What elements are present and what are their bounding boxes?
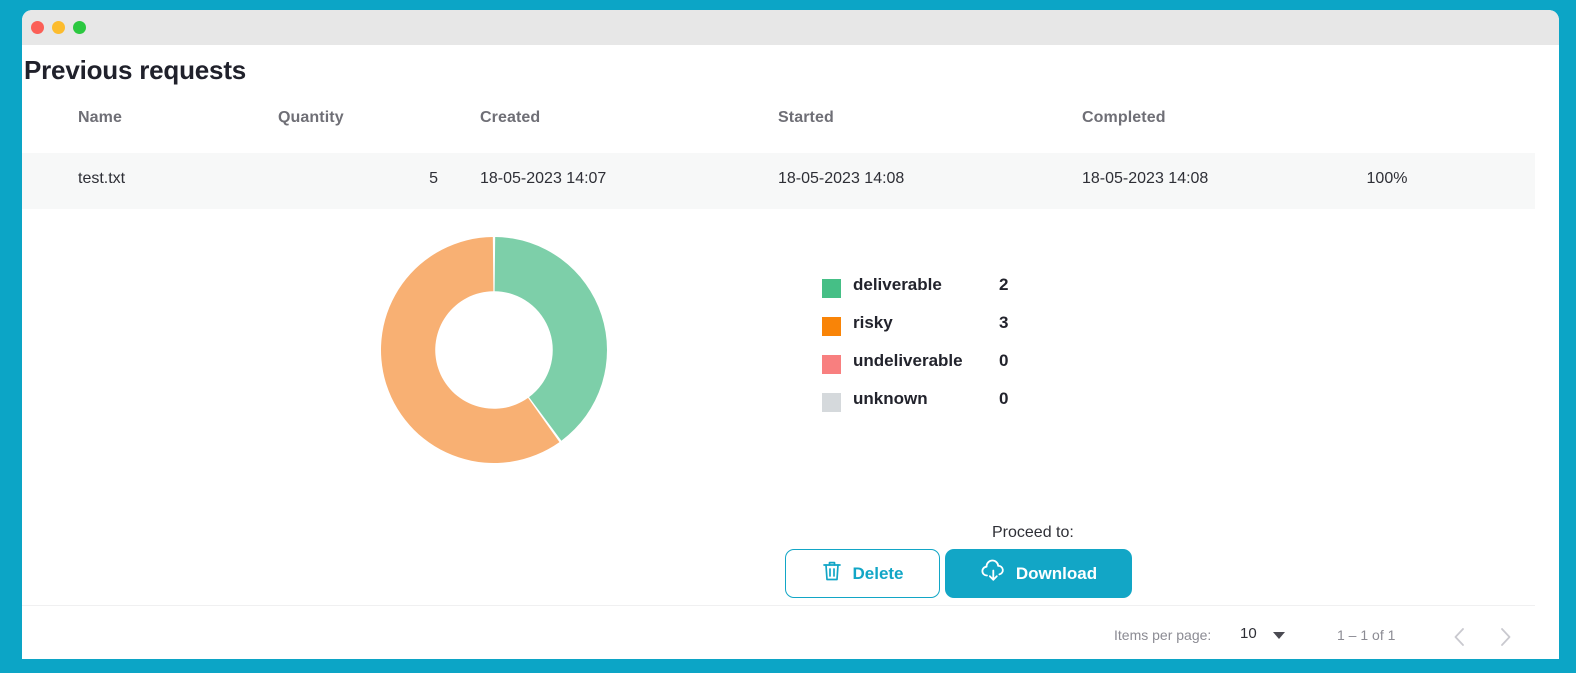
legend-value-undeliverable: 0 (999, 351, 1008, 371)
maximize-window-button[interactable] (73, 21, 86, 34)
download-button[interactable]: Download (945, 549, 1132, 598)
legend-label-risky: risky (853, 313, 893, 333)
legend-item-unknown: unknown 0 (822, 386, 1122, 424)
proceed-to-label: Proceed to: (992, 524, 1074, 542)
page-content: Previous requests Name Quantity Created … (22, 45, 1559, 659)
cell-created: 18-05-2023 14:07 (480, 170, 606, 188)
chevron-down-icon[interactable] (1273, 632, 1285, 639)
legend-swatch-undeliverable (822, 355, 841, 374)
delete-button-label: Delete (852, 564, 903, 584)
section-divider (22, 605, 1535, 606)
donut-chart-svg (381, 237, 607, 463)
cell-completed: 18-05-2023 14:08 (1082, 170, 1208, 188)
next-page-button[interactable] (1492, 624, 1518, 650)
chart-legend: deliverable 2 risky 3 undeliverable 0 (822, 272, 1122, 424)
legend-item-undeliverable: undeliverable 0 (822, 348, 1122, 386)
window-card: Previous requests Name Quantity Created … (22, 10, 1559, 659)
close-window-button[interactable] (31, 21, 44, 34)
cell-name: test.txt (78, 170, 125, 188)
download-button-label: Download (1016, 564, 1097, 584)
cell-started: 18-05-2023 14:08 (778, 170, 904, 188)
legend-swatch-unknown (822, 393, 841, 412)
donut-chart (381, 237, 607, 463)
legend-value-unknown: 0 (999, 389, 1008, 409)
table-row[interactable]: test.txt 5 18-05-2023 14:07 18-05-2023 1… (22, 153, 1535, 209)
items-per-page-select[interactable]: 10 (1240, 625, 1257, 642)
legend-swatch-deliverable (822, 279, 841, 298)
column-header-quantity[interactable]: Quantity (278, 109, 344, 127)
results-chart-area: deliverable 2 risky 3 undeliverable 0 (22, 235, 1535, 485)
cloud-download-icon (980, 559, 1007, 588)
legend-label-unknown: unknown (853, 389, 928, 409)
window-titlebar (22, 10, 1559, 45)
minimize-window-button[interactable] (52, 21, 65, 34)
legend-swatch-risky (822, 317, 841, 336)
column-header-name[interactable]: Name (78, 109, 122, 127)
chevron-left-icon (1447, 624, 1473, 650)
column-header-started[interactable]: Started (778, 109, 834, 127)
previous-requests-table: Name Quantity Created Started Completed … (22, 103, 1535, 209)
legend-label-deliverable: deliverable (853, 275, 942, 295)
paginator: Items per page: 10 1 – 1 of 1 (22, 612, 1535, 659)
page-title: Previous requests (24, 55, 246, 86)
chevron-right-icon (1492, 624, 1518, 650)
cell-progress: 100% (1322, 170, 1452, 188)
browser-window-frame: Previous requests Name Quantity Created … (0, 0, 1576, 673)
legend-value-deliverable: 2 (999, 275, 1008, 295)
delete-button[interactable]: Delete (785, 549, 940, 598)
table-header-row: Name Quantity Created Started Completed (22, 103, 1535, 153)
previous-page-button[interactable] (1447, 624, 1473, 650)
traffic-lights (31, 21, 86, 34)
legend-value-risky: 3 (999, 313, 1008, 333)
page-range-label: 1 – 1 of 1 (1337, 627, 1395, 643)
cell-quantity: 5 (278, 170, 438, 188)
legend-item-risky: risky 3 (822, 310, 1122, 348)
legend-item-deliverable: deliverable 2 (822, 272, 1122, 310)
legend-label-undeliverable: undeliverable (853, 351, 963, 371)
column-header-created[interactable]: Created (480, 109, 540, 127)
trash-icon (821, 559, 843, 588)
items-per-page-label: Items per page: (1114, 627, 1211, 643)
column-header-completed[interactable]: Completed (1082, 109, 1166, 127)
